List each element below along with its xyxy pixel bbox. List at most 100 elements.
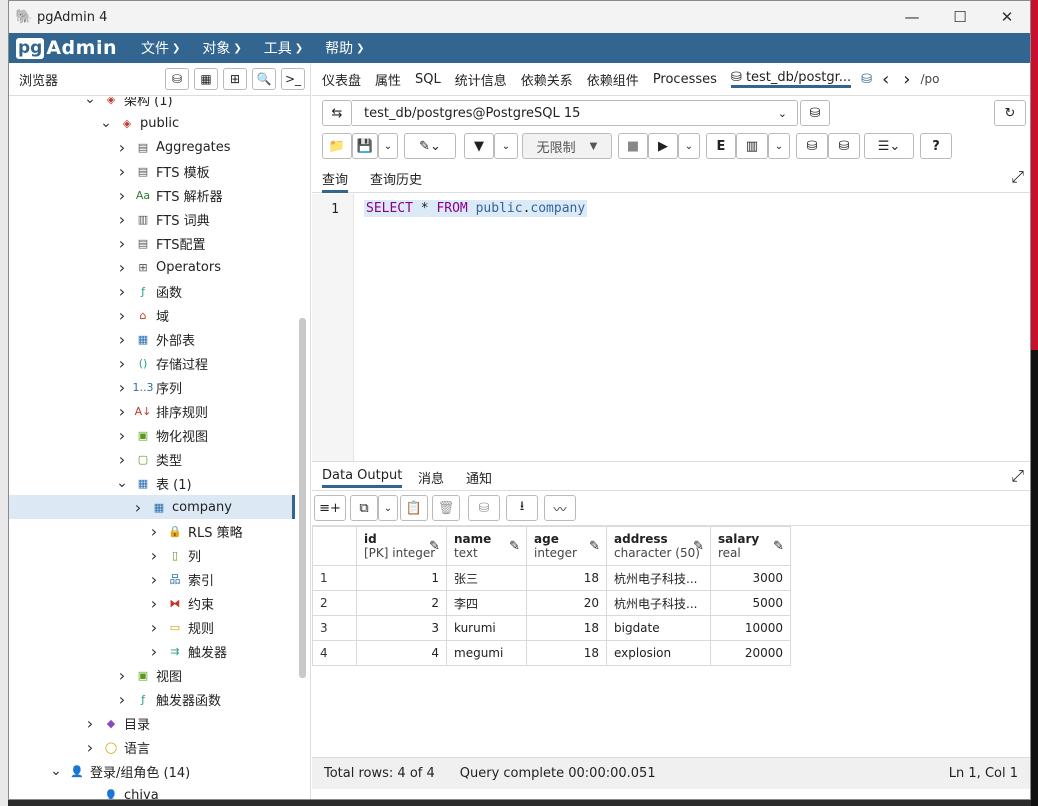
tree-item-trigger[interactable]: › ⇉ 触发器: [9, 639, 295, 663]
chevron-right-icon[interactable]: ›: [83, 738, 97, 757]
open-file-icon[interactable]: 📁: [322, 133, 352, 159]
table-cell[interactable]: 3000: [710, 565, 791, 591]
table-cell[interactable]: 杭州电子科技...: [606, 590, 711, 616]
chevron-right-icon[interactable]: ›: [147, 546, 161, 565]
database-query-icon[interactable]: ⛁: [165, 68, 189, 90]
tree-item-fts-config[interactable]: › ▤ FTS配置: [9, 231, 295, 255]
menu-help[interactable]: 帮助 ❯: [325, 38, 364, 58]
tab-messages[interactable]: 消息: [418, 468, 444, 487]
main-tab-5[interactable]: 依赖组件: [587, 70, 639, 89]
table-cell[interactable]: 李四: [446, 590, 527, 616]
table-cell[interactable]: explosion: [606, 640, 711, 666]
table-cell[interactable]: 5000: [710, 590, 791, 616]
view-data-icon[interactable]: ▦: [194, 68, 218, 90]
edit-pencil-icon[interactable]: ✎: [773, 539, 784, 554]
chevron-right-icon[interactable]: ›: [115, 402, 129, 421]
edit-pencil-icon[interactable]: ✎: [509, 539, 520, 554]
terminal-icon[interactable]: >_: [281, 68, 305, 90]
chevron-right-icon[interactable]: ›: [147, 570, 161, 589]
rollback-icon[interactable]: ⛁: [828, 133, 860, 159]
table-cell[interactable]: 4: [356, 640, 447, 666]
explain-icon[interactable]: E: [706, 133, 736, 159]
main-tab-7[interactable]: ⛁ test_db/postgr...: [730, 70, 852, 88]
connection-select[interactable]: test_db/postgres@PostgreSQL 15 ⌄: [352, 100, 798, 126]
column-header-id[interactable]: id [PK] integer ✎: [356, 526, 447, 566]
connection-status-icon[interactable]: ⇆: [322, 100, 352, 126]
tree-item-catalog[interactable]: › ◆ 目录: [9, 711, 295, 735]
tab-data-output[interactable]: Data Output: [322, 468, 403, 488]
chevron-right-icon[interactable]: ›: [131, 498, 145, 517]
edit-pencil-icon[interactable]: ✎: [589, 539, 600, 554]
row-number[interactable]: 2: [312, 590, 357, 616]
tree-item-fts-dictionary[interactable]: › ▥ FTS 词典: [9, 207, 295, 231]
tree-item-index[interactable]: › 品索引: [9, 567, 295, 591]
menu-tools[interactable]: 工具 ❯: [264, 38, 303, 58]
chevron-right-icon[interactable]: ›: [115, 426, 129, 445]
chevron-right-icon[interactable]: ›: [115, 378, 129, 397]
expand-icon[interactable]: ⤢: [1011, 466, 1024, 486]
expand-icon[interactable]: ⤢: [1011, 167, 1024, 187]
tree-item-materialized-view[interactable]: › ▣ 物化视图: [9, 423, 295, 447]
chevron-right-icon[interactable]: ›: [115, 306, 129, 325]
tree-item-function[interactable]: › ƒ 函数: [9, 279, 295, 303]
row-limit-select[interactable]: 无限制 ▼: [522, 133, 612, 159]
row-number[interactable]: 1: [312, 565, 357, 591]
table-cell[interactable]: kurumi: [446, 615, 527, 641]
chevron-right-icon[interactable]: ›: [115, 330, 129, 349]
table-cell[interactable]: 1: [356, 565, 447, 591]
commit-icon[interactable]: ⛁: [796, 133, 828, 159]
tab-query[interactable]: 查询: [322, 169, 349, 193]
chevron-down-icon[interactable]: ⌄: [99, 115, 113, 131]
chevron-right-icon[interactable]: ›: [115, 690, 129, 709]
chevron-right-icon[interactable]: ›: [115, 258, 129, 277]
chevron-right-icon[interactable]: ›: [903, 69, 910, 90]
chevron-down-icon[interactable]: ⌄: [115, 475, 129, 491]
chevron-right-icon[interactable]: ›: [115, 234, 129, 253]
table-cell[interactable]: bigdate: [606, 615, 711, 641]
tree-item-rls-policy[interactable]: › 🔒 RLS 策略: [9, 519, 295, 543]
tree-item-table[interactable]: ⌄ ▦ 表 (1): [9, 471, 295, 495]
chevron-down-icon[interactable]: ⌄: [378, 495, 398, 521]
main-tab-0[interactable]: 仪表盘: [322, 70, 361, 89]
main-tab-1[interactable]: 属性: [375, 70, 401, 89]
explain-analyze-icon[interactable]: ▥: [736, 133, 768, 159]
chevron-down-icon[interactable]: ⌄: [678, 133, 700, 159]
tree-item-collation[interactable]: › A↓ 排序规则: [9, 399, 295, 423]
row-number[interactable]: 4: [312, 640, 357, 666]
column-header-name[interactable]: name text ✎: [446, 526, 527, 566]
macros-icon[interactable]: ☰⌄: [864, 133, 914, 159]
chevron-down-icon[interactable]: ⌄: [378, 133, 398, 159]
chevron-down-icon[interactable]: ⌄: [49, 763, 63, 779]
tree-item-procedure[interactable]: › () 存储过程: [9, 351, 295, 375]
column-header-age[interactable]: age integer ✎: [526, 526, 607, 566]
table-cell[interactable]: 2: [356, 590, 447, 616]
delete-icon[interactable]: 🗑: [432, 495, 460, 521]
menu-file[interactable]: 文件 ❯: [141, 38, 180, 58]
tree-item-view[interactable]: › ▣ 视图: [9, 663, 295, 687]
tree-item-trigger-function[interactable]: › ƒ 触发器函数: [9, 687, 295, 711]
download-icon[interactable]: ⭳: [506, 495, 538, 521]
add-row-icon[interactable]: ≡+: [314, 495, 346, 521]
stop-icon[interactable]: ■: [618, 133, 648, 159]
main-tab-2[interactable]: SQL: [415, 72, 441, 87]
tree-item-table[interactable]: › ▦ company: [9, 495, 295, 519]
chevron-right-icon[interactable]: ›: [115, 354, 129, 373]
column-header-salary[interactable]: salary real ✎: [710, 526, 791, 566]
tab-query-history[interactable]: 查询历史: [370, 169, 422, 188]
sql-editor[interactable]: 1 SELECT * FROM public.company: [312, 194, 1030, 462]
chevron-right-icon[interactable]: ›: [115, 186, 129, 205]
refresh-icon[interactable]: ↻: [994, 100, 1026, 126]
maximize-button[interactable]: ☐: [937, 1, 983, 33]
chevron-down-icon[interactable]: ⌄: [83, 97, 97, 107]
tree-item-domain[interactable]: › ⌂ 域: [9, 303, 295, 327]
tree-item-schema[interactable]: ⌄ ◈ 架构 (1): [9, 97, 295, 111]
copy-icon[interactable]: ⧉: [350, 495, 378, 521]
table-cell[interactable]: 20000: [710, 640, 791, 666]
edit-pencil-icon[interactable]: ✎: [429, 539, 440, 554]
filter-rows-icon[interactable]: ⊞: [223, 68, 247, 90]
tree-item-fts-template[interactable]: › ▤ FTS 模板: [9, 159, 295, 183]
chevron-left-icon[interactable]: ‹: [882, 69, 889, 90]
row-number[interactable]: 3: [312, 615, 357, 641]
table-cell[interactable]: 10000: [710, 615, 791, 641]
tree-item-foreign-table[interactable]: › ▦ 外部表: [9, 327, 295, 351]
